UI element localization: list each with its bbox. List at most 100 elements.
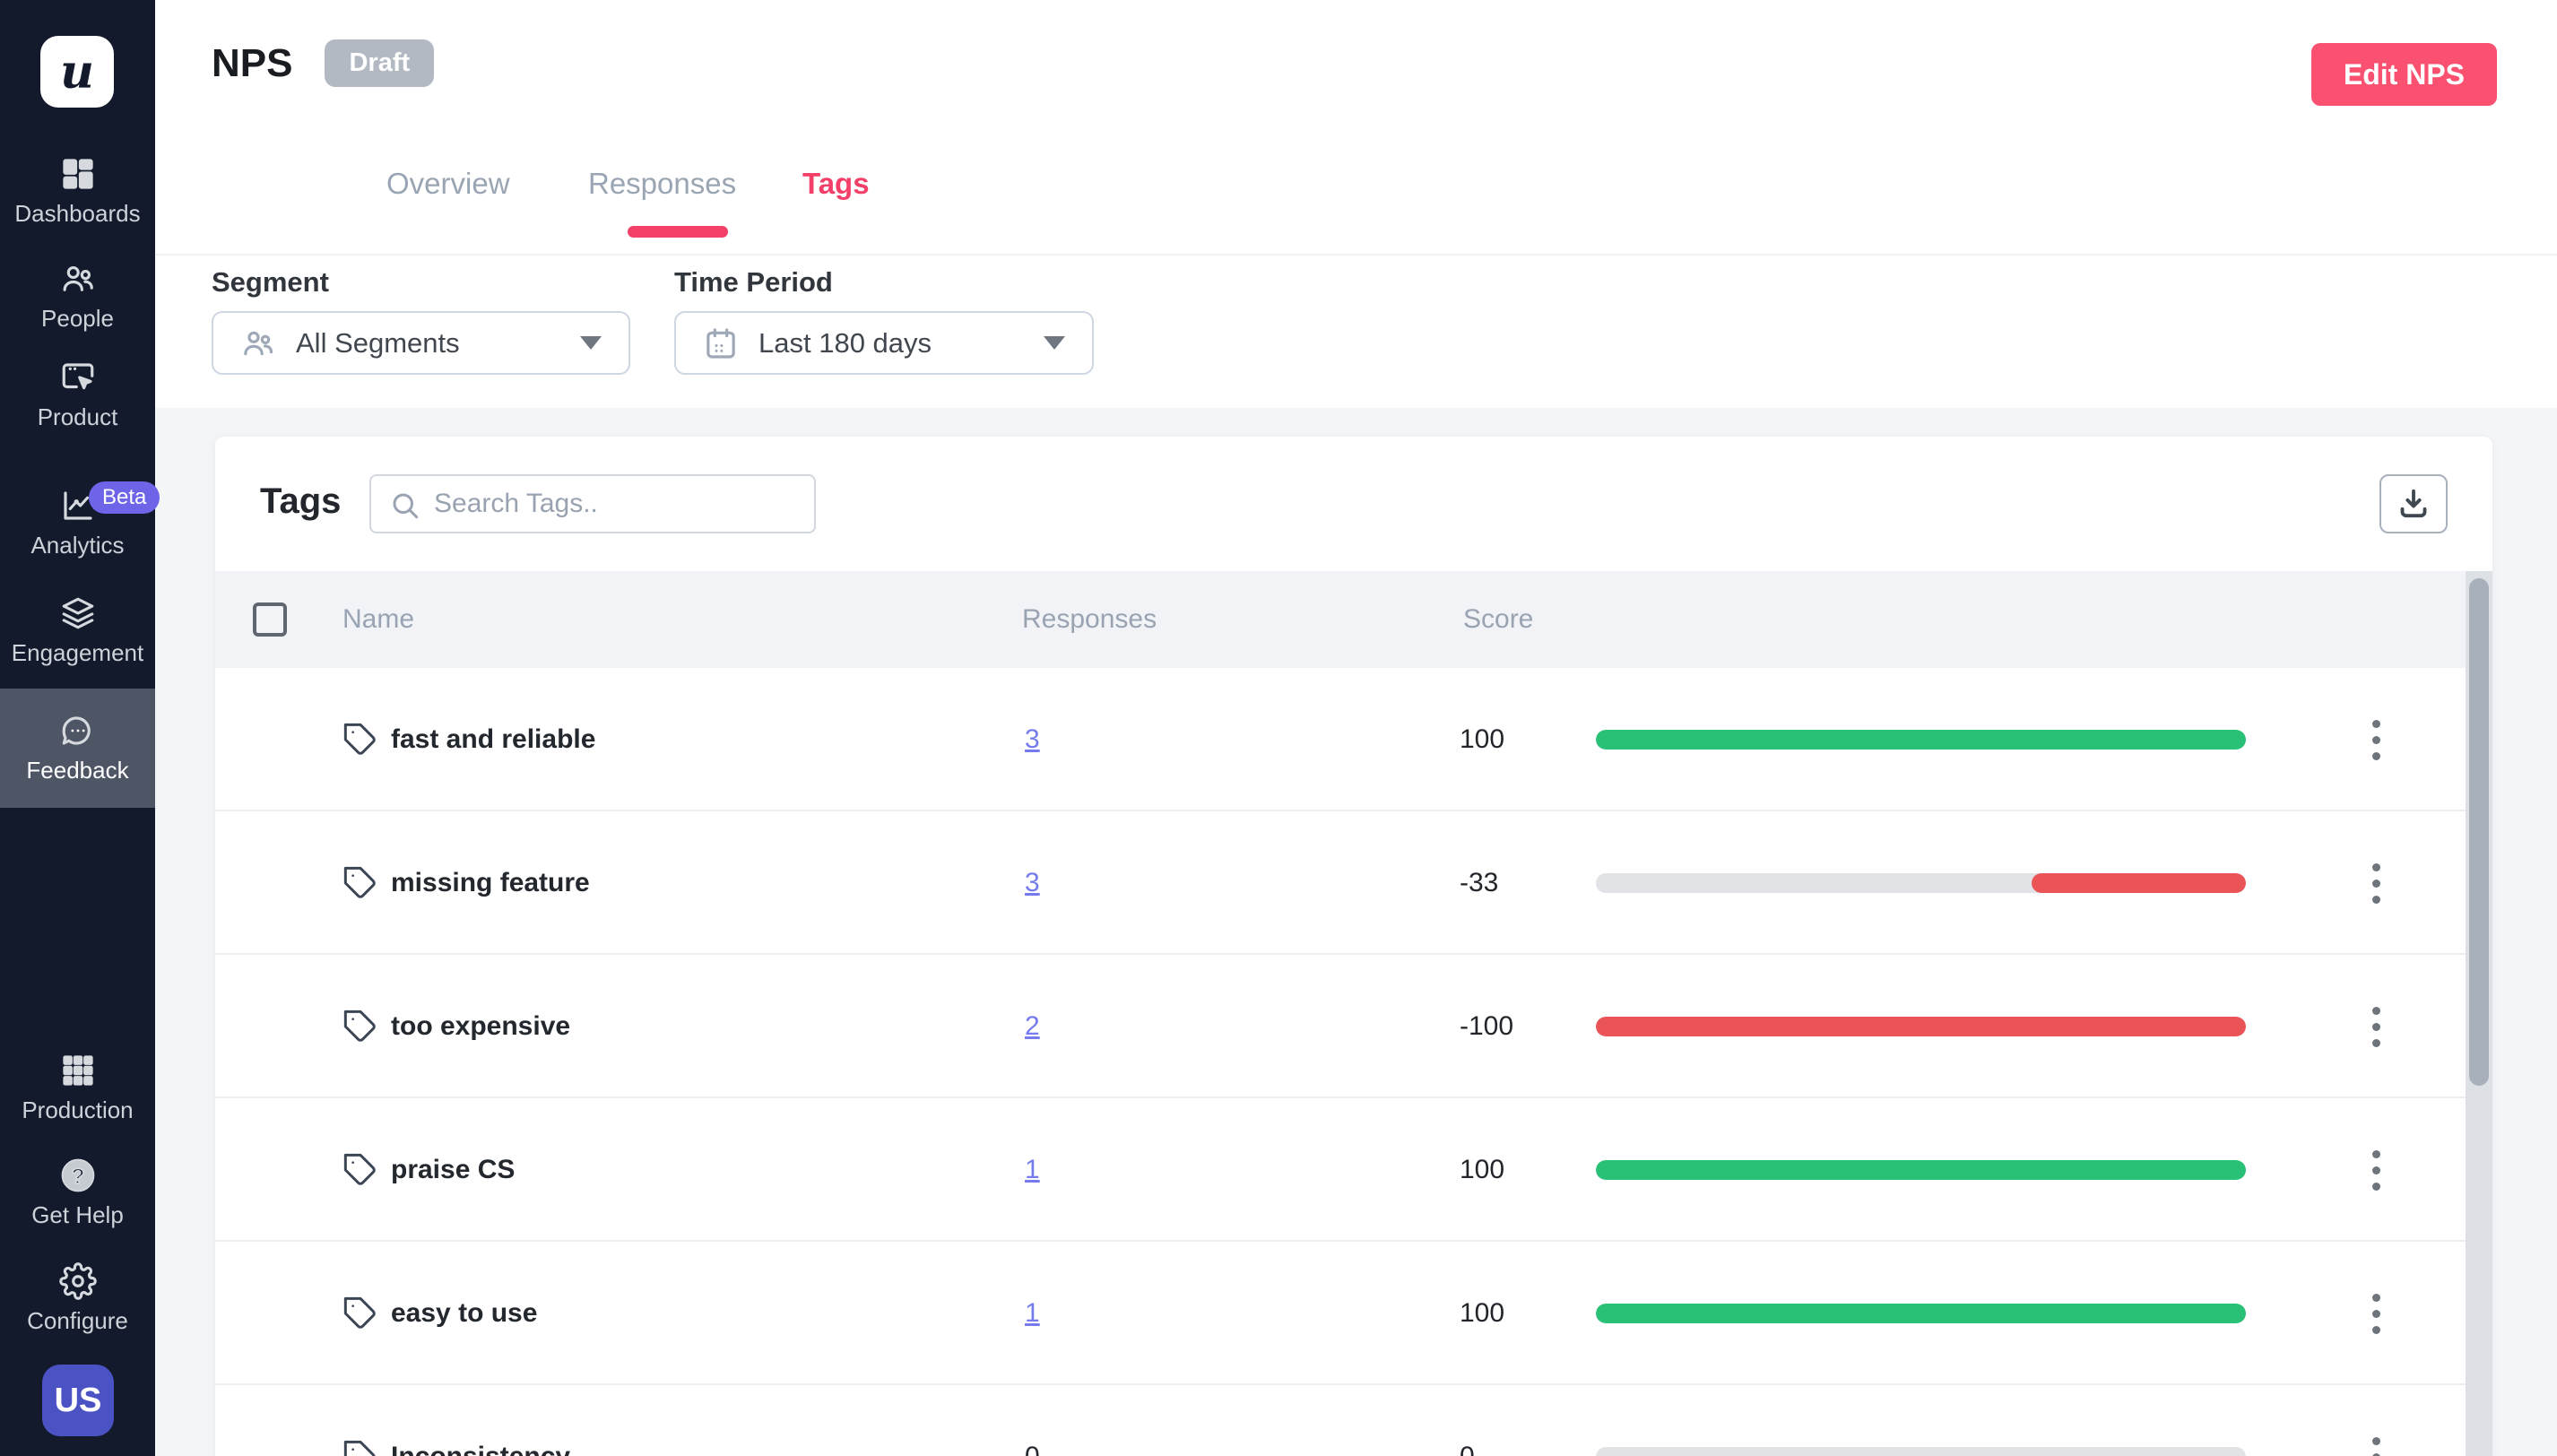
- page-header: NPS Draft Edit NPS Overview Responses Ta…: [155, 0, 2557, 408]
- sidebar-item-people[interactable]: People: [0, 260, 155, 333]
- tag-responses-link[interactable]: 3: [1025, 811, 1040, 955]
- score-bar-fill: [1596, 1017, 2246, 1036]
- user-avatar[interactable]: US: [42, 1365, 114, 1436]
- sidebar-item-dashboards[interactable]: Dashboards: [0, 155, 155, 228]
- kebab-dot: [2372, 752, 2380, 760]
- score-bar-fill: [2032, 873, 2246, 893]
- time-period-dropdown[interactable]: Last 180 days: [674, 311, 1094, 375]
- score-bar: [1596, 1447, 2246, 1456]
- download-icon: [2396, 486, 2431, 522]
- table-scrollbar-track[interactable]: [2466, 571, 2492, 1456]
- sidebar-item-label: Analytics: [30, 532, 124, 559]
- tags-table-body: fast and reliable 3 100 missing feature …: [215, 668, 2492, 1456]
- product-icon: [59, 359, 97, 396]
- row-menu-button[interactable]: [2353, 955, 2398, 1098]
- table-row: too expensive 2 -100: [215, 955, 2492, 1098]
- kebab-dot: [2372, 1039, 2380, 1047]
- tags-panel-title: Tags: [260, 481, 341, 522]
- edit-nps-button[interactable]: Edit NPS: [2311, 43, 2497, 106]
- segments-icon: [240, 325, 276, 361]
- kebab-dot: [2372, 1294, 2380, 1302]
- tag-icon: [342, 955, 378, 1098]
- dashboards-icon: [59, 155, 97, 193]
- row-menu-button[interactable]: [2353, 1098, 2398, 1242]
- chevron-down-icon: [1044, 336, 1065, 350]
- sidebar-item-label: People: [41, 305, 114, 333]
- kebab-dot: [2372, 1023, 2380, 1031]
- segment-dropdown[interactable]: All Segments: [212, 311, 630, 375]
- tag-score: 100: [1460, 1098, 1504, 1242]
- app-logo[interactable]: u: [40, 36, 114, 108]
- tag-responses-link[interactable]: 2: [1025, 955, 1040, 1098]
- calendar-icon: [703, 325, 739, 361]
- score-bar: [1596, 730, 2246, 750]
- segment-value: All Segments: [296, 327, 548, 360]
- sidebar-item-label: Configure: [27, 1307, 128, 1335]
- sidebar-item-configure[interactable]: Configure: [0, 1262, 155, 1335]
- sidebar-item-label: Product: [38, 403, 118, 431]
- tag-name: missing feature: [391, 811, 590, 955]
- tab-overview[interactable]: Overview: [386, 167, 510, 201]
- download-button[interactable]: [2379, 474, 2448, 533]
- sidebar-item-label: Production: [22, 1096, 133, 1124]
- tag-name: Inconsistency: [391, 1385, 570, 1456]
- tag-name: too expensive: [391, 955, 570, 1098]
- tag-name: easy to use: [391, 1242, 537, 1385]
- kebab-dot: [2372, 1437, 2380, 1445]
- score-bar: [1596, 1017, 2246, 1036]
- kebab-dot: [2372, 1183, 2380, 1191]
- tags-panel: Tags Name Responses Score fast and rel: [215, 437, 2492, 1456]
- score-bar-fill: [1596, 730, 2246, 750]
- sidebar-item-get-help[interactable]: ? Get Help: [0, 1157, 155, 1229]
- tag-icon: [342, 1385, 378, 1456]
- tag-score: 0: [1460, 1385, 1475, 1456]
- kebab-dot: [2372, 1007, 2380, 1015]
- time-period-label: Time Period: [674, 266, 833, 299]
- configure-icon: [59, 1262, 97, 1300]
- sidebar-item-product[interactable]: Product: [0, 359, 155, 431]
- sidebar-item-feedback[interactable]: Feedback: [0, 689, 155, 808]
- feedback-icon: [59, 712, 97, 750]
- kebab-dot: [2372, 1150, 2380, 1158]
- tab-responses[interactable]: Responses: [588, 167, 736, 201]
- sidebar-item-analytics[interactable]: Beta Analytics: [0, 487, 155, 559]
- row-menu-button[interactable]: [2353, 1242, 2398, 1385]
- help-icon: ?: [59, 1157, 97, 1194]
- search-icon: [389, 490, 421, 522]
- time-period-value: Last 180 days: [758, 327, 1011, 360]
- table-row: missing feature 3 -33: [215, 811, 2492, 955]
- table-header: Name Responses Score: [215, 571, 2492, 668]
- tag-responses-link[interactable]: 1: [1025, 1098, 1040, 1242]
- tag-name: fast and reliable: [391, 668, 595, 811]
- tag-responses-link[interactable]: 1: [1025, 1242, 1040, 1385]
- tag-score: 100: [1460, 1242, 1504, 1385]
- tag-icon: [342, 1098, 378, 1242]
- kebab-dot: [2372, 880, 2380, 888]
- tag-score: -100: [1460, 955, 1513, 1098]
- sidebar-item-label: Dashboards: [14, 200, 140, 228]
- tag-responses: 0: [1025, 1385, 1040, 1456]
- segment-label: Segment: [212, 266, 329, 299]
- score-bar: [1596, 873, 2246, 893]
- table-row: praise CS 1 100: [215, 1098, 2492, 1242]
- select-all-checkbox[interactable]: [253, 602, 287, 637]
- sidebar-item-production[interactable]: Production: [0, 1052, 155, 1124]
- table-scrollbar-thumb[interactable]: [2469, 578, 2489, 1086]
- row-menu-button[interactable]: [2353, 811, 2398, 955]
- table-row: fast and reliable 3 100: [215, 668, 2492, 811]
- column-header-score: Score: [1463, 571, 1533, 668]
- score-bar: [1596, 1304, 2246, 1323]
- beta-badge: Beta: [89, 481, 160, 514]
- tag-score: -33: [1460, 811, 1498, 955]
- search-input[interactable]: [434, 476, 810, 532]
- tag-responses-link[interactable]: 3: [1025, 668, 1040, 811]
- tag-icon: [342, 1242, 378, 1385]
- tab-tags[interactable]: Tags: [802, 167, 870, 201]
- tag-name: praise CS: [391, 1098, 515, 1242]
- page-title: NPS: [212, 41, 292, 86]
- sidebar-item-engagement[interactable]: Engagement: [0, 594, 155, 667]
- row-menu-button[interactable]: [2353, 668, 2398, 811]
- row-menu-button[interactable]: [2353, 1385, 2398, 1456]
- kebab-dot: [2372, 1166, 2380, 1174]
- kebab-dot: [2372, 1310, 2380, 1318]
